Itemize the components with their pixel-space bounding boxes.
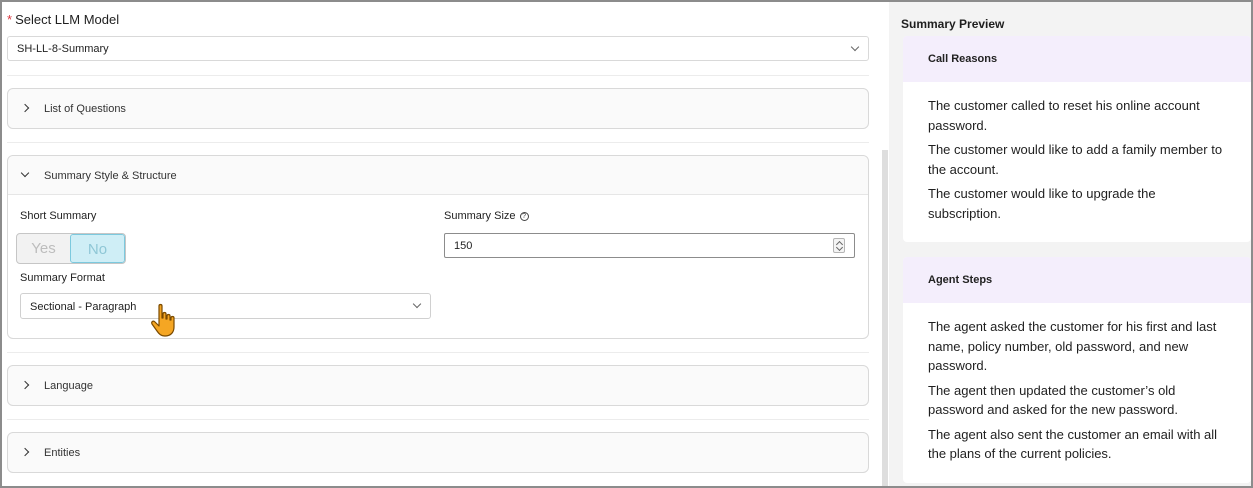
card-call-reasons: Call Reasons The customer called to rese… — [903, 36, 1251, 242]
divider — [7, 75, 869, 76]
preview-title: Summary Preview — [901, 17, 1005, 31]
summary-format-select[interactable]: Sectional - Paragraph — [20, 293, 431, 319]
list-item: The customer would like to upgrade the s… — [928, 186, 1156, 221]
section-header[interactable]: Summary Style & Structure — [8, 156, 868, 195]
section-title: Summary Style & Structure — [44, 170, 177, 182]
list-item: The agent asked the customer for his fir… — [928, 319, 1217, 373]
card-header: Call Reasons — [903, 36, 1251, 82]
required-mark: * — [7, 12, 13, 27]
list-item: The customer would like to add a family … — [928, 142, 1223, 177]
scrollbar[interactable] — [882, 150, 888, 486]
section-title: Language — [44, 380, 93, 392]
llm-model-label-text: Select LLM Model — [15, 12, 120, 27]
chevron-down-icon — [850, 42, 860, 52]
divider — [7, 142, 869, 143]
section-language[interactable]: Language — [7, 365, 869, 406]
section-summary-style: Summary Style & Structure Short Summary … — [7, 155, 869, 339]
toggle-yes[interactable]: Yes — [17, 234, 70, 263]
section-body: Short Summary Yes No Summary Size? 150 S… — [8, 195, 868, 338]
card-header: Agent Steps — [903, 257, 1251, 303]
card-body: The agent asked the customer for his fir… — [903, 303, 1251, 464]
section-title: Entities — [44, 447, 81, 459]
summary-size-input[interactable]: 150 — [444, 233, 855, 258]
section-entities[interactable]: Entities — [7, 432, 869, 473]
card-body: The customer called to reset his online … — [903, 82, 1251, 223]
app-frame: * Select LLM Model SH-LL-8-Summary List o… — [0, 0, 1253, 488]
section-header[interactable]: List of Questions — [8, 89, 868, 129]
section-header[interactable]: Entities — [8, 433, 868, 473]
section-header[interactable]: Language — [8, 366, 868, 406]
llm-model-label: * Select LLM Model — [7, 12, 119, 27]
help-circle-icon[interactable]: ? — [519, 212, 529, 221]
section-title: List of Questions — [44, 103, 126, 115]
summary-format-label: Summary Format — [20, 272, 105, 284]
summary-size-label: Summary Size? — [444, 210, 529, 222]
chevron-right-icon — [20, 447, 30, 457]
hand-pointer-cursor — [151, 303, 175, 337]
summary-format-value: Sectional - Paragraph — [30, 301, 137, 313]
section-list-of-questions[interactable]: List of Questions — [7, 88, 869, 129]
short-summary-label: Short Summary — [20, 210, 97, 222]
list-item: The agent then updated the customer’s ol… — [928, 382, 1179, 418]
card-agent-steps: Agent Steps The agent asked the customer… — [903, 257, 1251, 483]
summary-preview-pane: Summary Preview Call Reasons The custome… — [889, 2, 1251, 486]
list-item: The agent also sent the customer an emai… — [928, 426, 1218, 462]
llm-model-select[interactable]: SH-LL-8-Summary — [7, 36, 869, 61]
short-summary-toggle[interactable]: Yes No — [16, 233, 126, 264]
summary-size-label-text: Summary Size — [444, 210, 516, 222]
chevron-right-icon — [20, 380, 30, 390]
chevron-down-icon — [20, 168, 30, 178]
divider — [7, 352, 869, 353]
list-item: The customer called to reset his online … — [928, 98, 1200, 133]
chevron-down-icon — [412, 299, 422, 309]
summary-size-value: 150 — [454, 240, 473, 252]
spinner-icon[interactable] — [833, 238, 845, 253]
llm-model-value: SH-LL-8-Summary — [17, 43, 109, 55]
divider — [7, 419, 869, 420]
chevron-right-icon — [20, 103, 30, 113]
toggle-no[interactable]: No — [70, 234, 125, 263]
